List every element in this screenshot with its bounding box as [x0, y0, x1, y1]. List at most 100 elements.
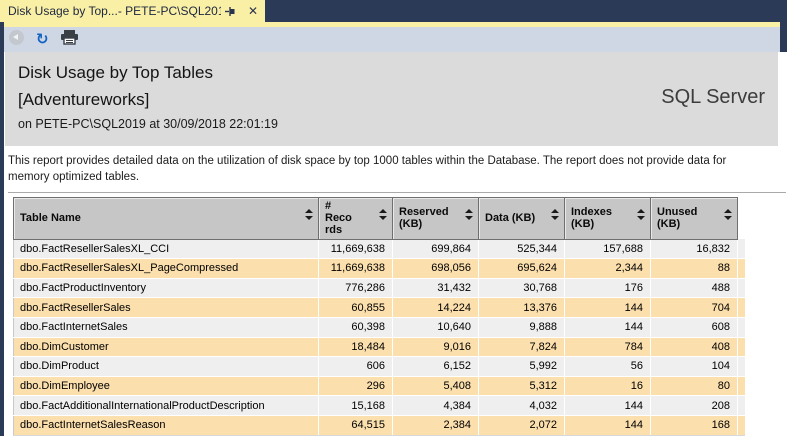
cell-table-name: dbo.FactProductInventory: [13, 278, 319, 299]
column-label: Table Name: [20, 211, 81, 224]
table-row: dbo.FactAdditionalInternationalProductDe…: [13, 395, 745, 416]
cell-reserved-kb: 31,432: [392, 278, 479, 299]
cell-indexes-kb: 144: [564, 415, 651, 436]
column-label: # Records: [325, 199, 352, 237]
cell-indexes-kb: 784: [564, 337, 651, 358]
cell-table-name: dbo.FactAdditionalInternationalProductDe…: [13, 395, 319, 416]
cell-reserved-kb: 14,224: [392, 297, 479, 318]
column-label: Data (KB): [485, 211, 536, 224]
cell-table-name: dbo.DimProduct: [13, 356, 319, 377]
table-row: dbo.FactResellerSalesXL_CCI 11,669,638 699…: [13, 239, 745, 260]
cell-unused-kb: 704: [650, 297, 738, 318]
column-header-table-name[interactable]: Table Name: [13, 196, 319, 240]
row-filler: [737, 395, 745, 416]
refresh-button[interactable]: ↻: [36, 32, 49, 47]
cell-reserved-kb: 6,152: [392, 356, 479, 377]
report-title: Disk Usage by Top Tables: [18, 63, 213, 82]
cell-data-kb: 13,376: [478, 297, 565, 318]
column-header-records[interactable]: # Records: [318, 196, 393, 240]
cell-table-name: dbo.FactResellerSales: [13, 297, 319, 318]
sort-arrows-icon[interactable]: [379, 208, 387, 220]
cell-data-kb: 5,312: [478, 376, 565, 397]
cell-indexes-kb: 157,688: [564, 239, 651, 260]
cell-records: 11,669,638: [318, 239, 393, 260]
sort-arrows-icon[interactable]: [465, 208, 473, 220]
printer-icon: [60, 29, 78, 45]
report-header-banner: Disk Usage by Top Tables [Adventureworks…: [5, 52, 778, 146]
column-header-indexes-kb[interactable]: Indexes (KB): [564, 196, 651, 240]
cell-records: 60,855: [318, 297, 393, 318]
tab-title: Disk Usage by Top...- PETE-PC\SQL2019: [8, 4, 221, 18]
column-label: Reserved (KB): [399, 205, 449, 231]
sort-arrows-icon[interactable]: [637, 208, 645, 220]
row-filler: [737, 376, 745, 397]
table-row: dbo.DimCustomer 18,484 9,016 7,824 784 408: [13, 337, 745, 358]
sort-arrows-icon[interactable]: [305, 208, 313, 220]
cell-unused-kb: 408: [650, 337, 738, 358]
column-header-data-kb[interactable]: Data (KB): [478, 196, 565, 240]
back-button[interactable]: [9, 29, 24, 50]
row-filler: [737, 415, 745, 436]
separator-line: [8, 191, 786, 193]
cell-table-name: dbo.FactResellerSalesXL_CCI: [13, 239, 319, 260]
document-tab-bar: Disk Usage by Top...- PETE-PC\SQL2019 ✕: [0, 0, 787, 22]
table-row: dbo.DimProduct 606 6,152 5,992 56 104: [13, 356, 745, 377]
cell-table-name: dbo.FactResellerSalesXL_PageCompressed: [13, 258, 319, 279]
cell-records: 11,669,638: [318, 258, 393, 279]
cell-data-kb: 7,824: [478, 337, 565, 358]
cell-unused-kb: 88: [650, 258, 738, 279]
back-arrow-icon: [9, 29, 24, 45]
cell-table-name: dbo.FactInternetSalesReason: [13, 415, 319, 436]
cell-records: 606: [318, 356, 393, 377]
pin-icon[interactable]: [224, 6, 236, 17]
cell-data-kb: 4,032: [478, 395, 565, 416]
cell-table-name: dbo.DimCustomer: [13, 337, 319, 358]
cell-indexes-kb: 2,344: [564, 258, 651, 279]
cell-unused-kb: 80: [650, 376, 738, 397]
close-icon[interactable]: ✕: [248, 4, 258, 18]
cell-unused-kb: 608: [650, 317, 738, 338]
cell-reserved-kb: 5,408: [392, 376, 479, 397]
table-row: dbo.FactProductInventory 776,286 31,432 30,…: [13, 278, 745, 299]
column-header-unused-kb[interactable]: Unused (KB): [650, 196, 738, 240]
row-filler: [737, 258, 745, 279]
column-label: Indexes (KB): [571, 205, 612, 231]
cell-reserved-kb: 4,384: [392, 395, 479, 416]
cell-table-name: dbo.DimEmployee: [13, 376, 319, 397]
cell-indexes-kb: 16: [564, 376, 651, 397]
header-filler: [738, 197, 745, 239]
cell-reserved-kb: 2,384: [392, 415, 479, 436]
cell-data-kb: 9,888: [478, 317, 565, 338]
cell-unused-kb: 168: [650, 415, 738, 436]
report-subtitle: on PETE-PC\SQL2019 at 30/09/2018 22:01:1…: [18, 117, 278, 131]
print-button[interactable]: [60, 29, 78, 50]
report-toolbar: ↻: [0, 27, 787, 52]
refresh-icon: ↻: [36, 30, 49, 48]
cell-indexes-kb: 56: [564, 356, 651, 377]
table-header: Table Name # Records Reserved (KB) Data (KB…: [13, 196, 745, 240]
cell-records: 18,484: [318, 337, 393, 358]
cell-indexes-kb: 144: [564, 317, 651, 338]
window-left-border: [0, 22, 4, 436]
row-filler: [737, 337, 745, 358]
cell-data-kb: 525,344: [478, 239, 565, 260]
cell-records: 296: [318, 376, 393, 397]
column-header-reserved-kb[interactable]: Reserved (KB): [392, 196, 479, 240]
cell-records: 776,286: [318, 278, 393, 299]
row-filler: [737, 278, 745, 299]
cell-reserved-kb: 10,640: [392, 317, 479, 338]
window-right-border: [780, 22, 787, 52]
report-description: This report provides detailed data on th…: [8, 155, 727, 184]
cell-indexes-kb: 144: [564, 395, 651, 416]
document-tab[interactable]: Disk Usage by Top...- PETE-PC\SQL2019 ✕: [0, 0, 265, 22]
cell-unused-kb: 208: [650, 395, 738, 416]
cell-records: 60,398: [318, 317, 393, 338]
table-row: dbo.FactResellerSales 60,855 14,224 13,376 1…: [13, 297, 745, 318]
table-row: dbo.FactInternetSalesReason 64,515 2,384 2,…: [13, 415, 745, 436]
cell-unused-kb: 488: [650, 278, 738, 299]
cell-reserved-kb: 698,056: [392, 258, 479, 279]
row-filler: [737, 317, 745, 338]
sort-arrows-icon[interactable]: [724, 208, 732, 220]
sort-arrows-icon[interactable]: [551, 208, 559, 220]
cell-records: 15,168: [318, 395, 393, 416]
